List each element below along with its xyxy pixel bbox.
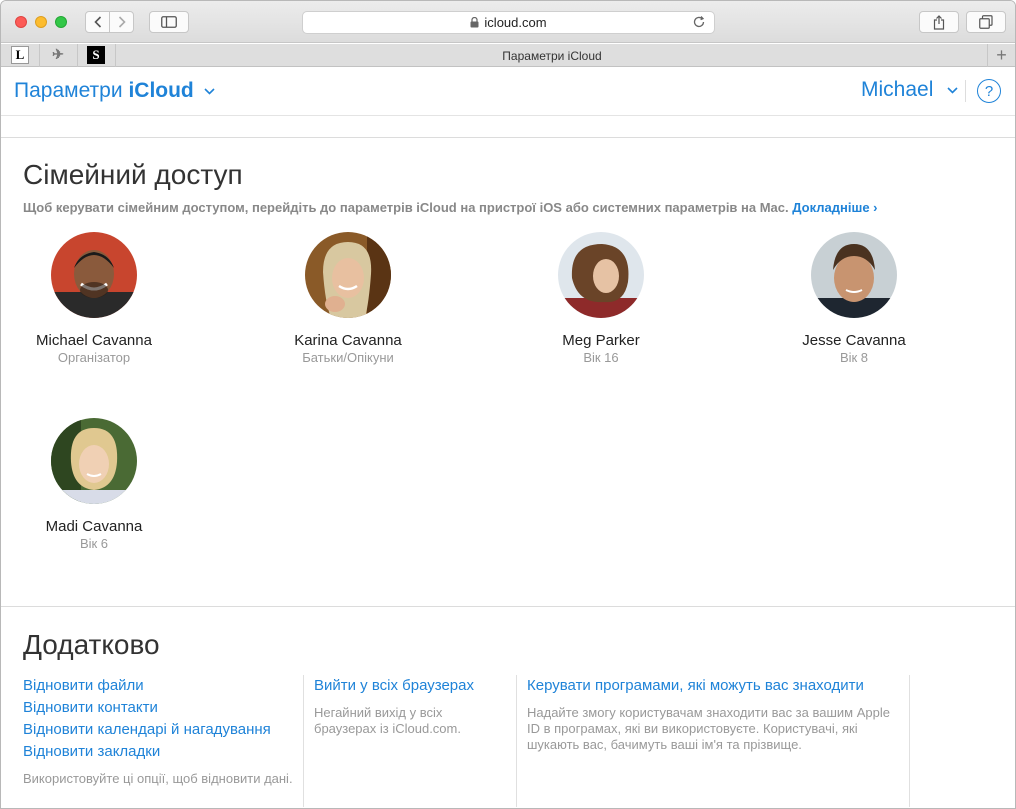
family-member[interactable]: Michael Cavanna Організатор: [4, 232, 184, 365]
app-title-prefix: Параметри: [14, 79, 123, 102]
tab-bar: L ✈ S Параметри iCloud +: [1, 44, 1015, 67]
close-window-button[interactable]: [15, 16, 27, 28]
family-description-text: Щоб керувати сімейним доступом, перейдіт…: [23, 200, 789, 215]
restore-note: Використовуйте ці опції, щоб відновити д…: [23, 771, 293, 786]
app-title-brand: iCloud: [128, 79, 194, 102]
restore-column: Відновити файли Відновити контакти Відно…: [23, 675, 295, 787]
column-divider: [303, 675, 304, 807]
browser-window: icloud.com L ✈ S Параметри iCloud + Пара…: [0, 0, 1016, 809]
sidebar-toggle-button[interactable]: [149, 11, 189, 33]
column-divider: [909, 675, 910, 807]
help-button[interactable]: ?: [977, 79, 1001, 103]
avatar: [558, 232, 644, 318]
column-divider: [516, 675, 517, 807]
family-member[interactable]: Karina Cavanna Батьки/Опікуни: [258, 232, 438, 365]
family-member[interactable]: Madi Cavanna Вік 6: [4, 418, 184, 551]
member-role: Вік 16: [583, 350, 619, 365]
manage-apps-link[interactable]: Керувати програмами, які можуть вас знах…: [527, 675, 905, 697]
signout-note: Негайний вихід у всіх браузерах із iClou…: [314, 705, 461, 736]
sidebar-icon: [161, 16, 177, 28]
lock-icon: [470, 17, 479, 28]
tab-active[interactable]: Параметри iCloud: [117, 44, 987, 67]
chevron-down-icon: [204, 88, 215, 95]
app-title-menu[interactable]: Параметри iCloud: [14, 79, 215, 103]
member-role: Батьки/Опікуни: [302, 350, 394, 365]
share-button[interactable]: [919, 11, 959, 33]
favorite-divider: [115, 44, 116, 67]
manage-apps-note: Надайте змогу користувачам знаходити вас…: [527, 705, 890, 752]
chevron-left-icon: [93, 16, 101, 28]
favorite-divider: [39, 44, 40, 67]
advanced-section-title: Додатково: [23, 629, 160, 660]
restore-bookmarks-link[interactable]: Відновити закладки: [23, 741, 295, 763]
new-tab-button[interactable]: +: [987, 44, 1015, 67]
minimize-window-button[interactable]: [35, 16, 47, 28]
restore-contacts-link[interactable]: Відновити контакти: [23, 697, 295, 719]
member-role: Вік 8: [839, 350, 869, 365]
member-role: Вік 6: [79, 536, 109, 551]
show-tabs-button[interactable]: [966, 11, 1006, 33]
user-menu[interactable]: Michael: [861, 78, 958, 102]
favorite-divider: [77, 44, 78, 67]
restore-calendars-link[interactable]: Відновити календарі й нагадування: [23, 719, 295, 741]
header-divider: [965, 80, 966, 102]
back-button[interactable]: [85, 11, 110, 33]
tabs-overview-icon: [979, 15, 993, 29]
chevron-right-icon: [118, 16, 126, 28]
avatar: [51, 232, 137, 318]
section-divider: [1, 137, 1015, 138]
manage-apps-column: Керувати програмами, які можуть вас знах…: [527, 675, 905, 753]
favorite-l[interactable]: L: [11, 46, 29, 64]
browser-toolbar: icloud.com: [1, 1, 1015, 43]
restore-files-link[interactable]: Відновити файли: [23, 675, 295, 697]
favorite-s[interactable]: S: [87, 46, 105, 64]
share-icon: [933, 14, 945, 30]
member-name: Jesse Cavanna: [802, 332, 906, 349]
member-name: Karina Cavanna: [294, 332, 402, 349]
learn-more-link[interactable]: Докладніше ›: [792, 200, 877, 215]
family-member[interactable]: Meg Parker Вік 16: [511, 232, 691, 365]
avatar: [305, 232, 391, 318]
signout-column: Вийти у всіх браузерах Негайний вихід у …: [314, 675, 504, 737]
member-name: Michael Cavanna: [36, 332, 152, 349]
family-description: Щоб керувати сімейним доступом, перейдіт…: [23, 200, 878, 215]
address-bar[interactable]: icloud.com: [302, 11, 715, 34]
section-divider: [1, 606, 1015, 607]
family-member[interactable]: Jesse Cavanna Вік 8: [764, 232, 944, 365]
user-name: Michael: [861, 78, 934, 101]
avatar: [51, 418, 137, 504]
chevron-down-icon: [947, 87, 958, 94]
family-section-title: Сімейний доступ: [23, 159, 243, 190]
address-text: icloud.com: [484, 15, 547, 30]
member-role: Організатор: [57, 350, 131, 365]
member-name: Madi Cavanna: [45, 518, 143, 535]
zoom-window-button[interactable]: [55, 16, 67, 28]
member-name: Meg Parker: [562, 332, 640, 349]
reload-icon[interactable]: [692, 15, 706, 29]
sign-out-all-browsers-link[interactable]: Вийти у всіх браузерах: [314, 675, 504, 697]
avatar: [811, 232, 897, 318]
forward-button[interactable]: [109, 11, 134, 33]
app-header: Параметри iCloud Michael ?: [1, 68, 1015, 116]
airplane-icon[interactable]: ✈: [49, 46, 67, 64]
